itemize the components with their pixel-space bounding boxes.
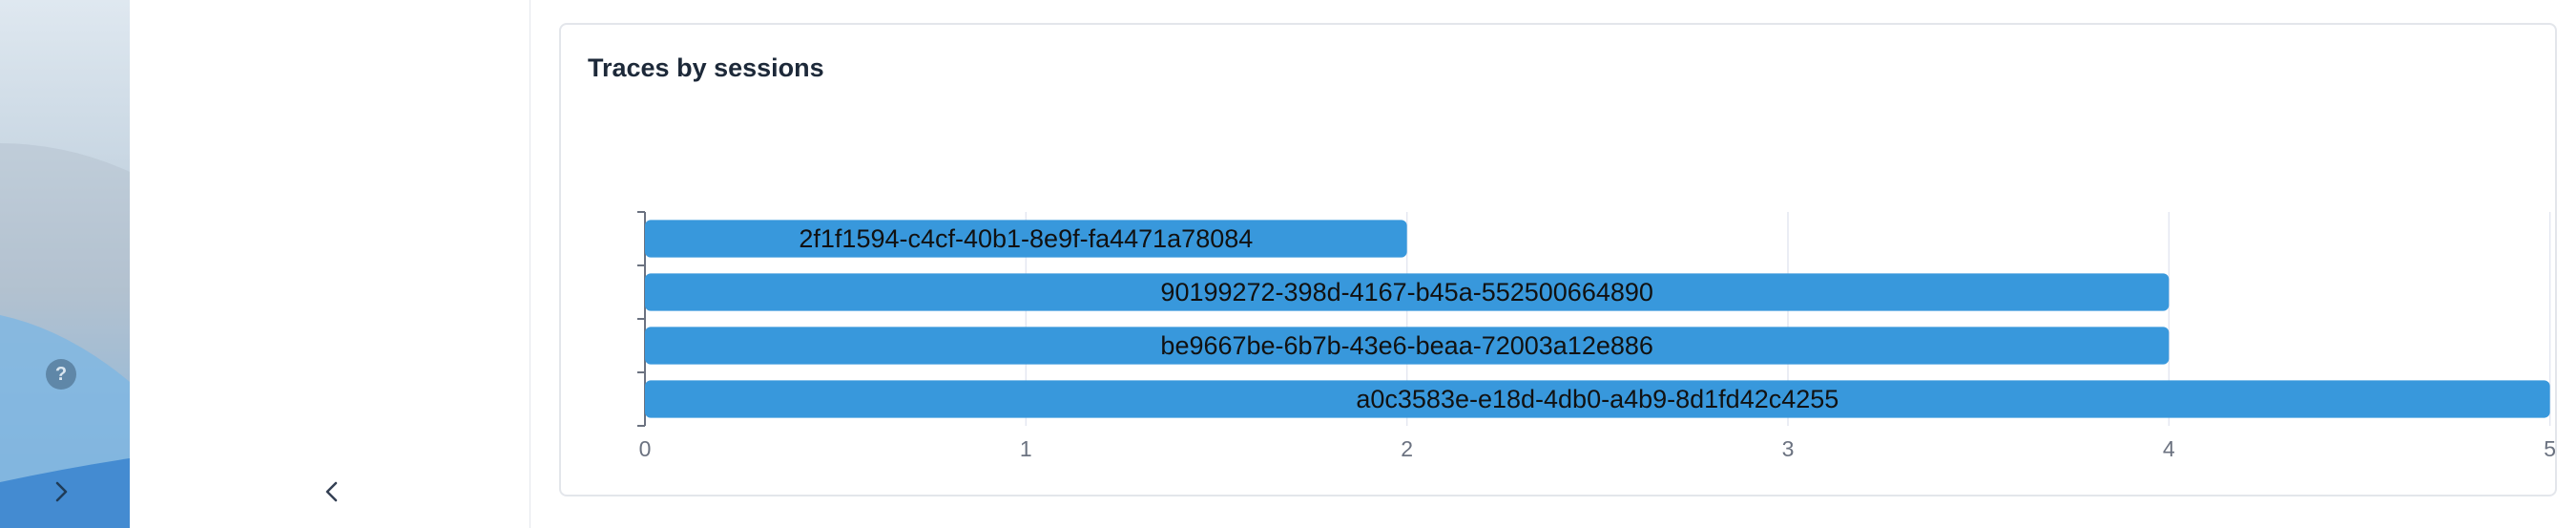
app-rail: ? [0,0,130,528]
chevron-right-icon[interactable] [48,477,76,506]
bar-label: be9667be-6b7b-43e6-beaa-72003a12e886 [1160,331,1652,360]
chevron-left-icon[interactable] [317,477,345,506]
x-tick-label: 1 [1020,436,1032,461]
x-tick-label: 3 [1782,436,1795,461]
x-tick-label: 2 [1401,436,1413,461]
x-tick-label: 4 [2163,436,2175,461]
sidebar-panel [130,0,530,528]
help-icon[interactable]: ? [46,359,76,390]
rail-background-waves [0,143,130,528]
chart-card: Traces by sessions 01234562f1f1594-c4cf-… [559,23,2557,496]
bar-label: a0c3583e-e18d-4db0-a4b9-8d1fd42c4255 [1356,385,1839,413]
bar-label: 2f1f1594-c4cf-40b1-8e9f-fa4471a78084 [799,224,1253,253]
bar-label: 90199272-398d-4167-b45a-552500664890 [1160,278,1652,306]
traces-by-sessions-chart: 01234562f1f1594-c4cf-40b1-8e9f-fa4471a78… [637,211,2555,461]
x-tick-label: 0 [639,436,652,461]
x-tick-label: 5 [2544,436,2555,461]
